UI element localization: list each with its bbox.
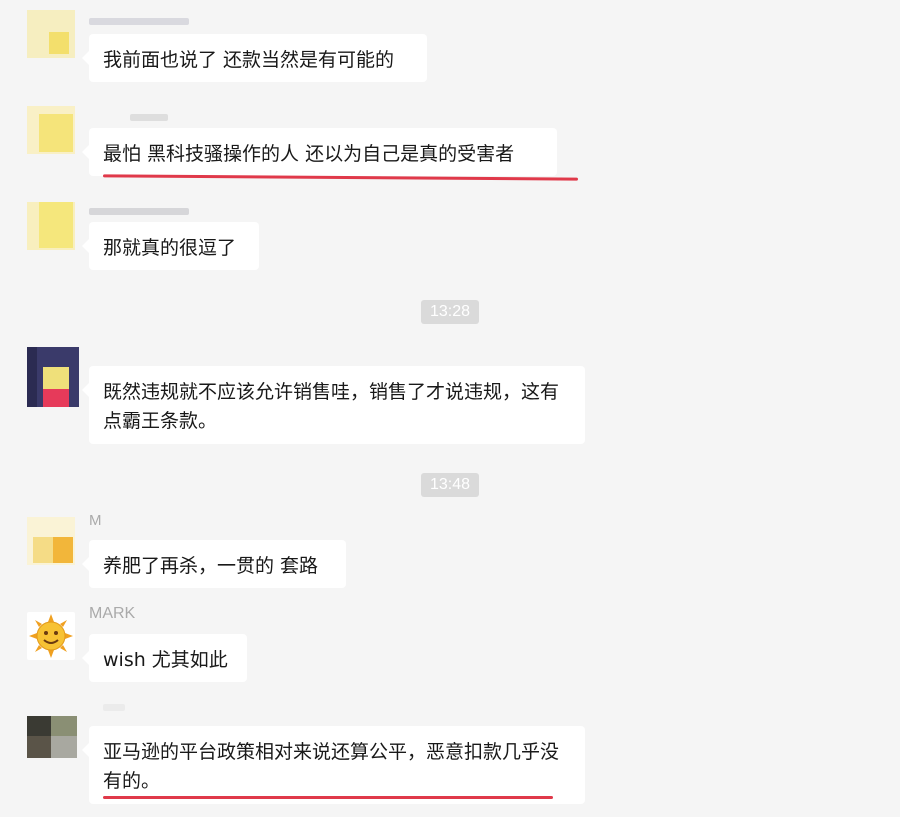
message-text: 我前面也说了 还款当然是有可能的 bbox=[103, 49, 395, 71]
avatar[interactable] bbox=[27, 347, 79, 407]
sender-name: MARK bbox=[89, 605, 136, 622]
message-text: 养肥了再杀，一贯的 套路 bbox=[103, 555, 319, 577]
message-bubble[interactable]: 我前面也说了 还款当然是有可能的 bbox=[82, 34, 427, 82]
avatar[interactable] bbox=[27, 716, 77, 758]
message-bubble[interactable]: wish 尤其如此 bbox=[82, 634, 247, 682]
message-bubble[interactable]: 最怕 黑科技骚操作的人 还以为自己是真的受害者 bbox=[82, 128, 557, 176]
avatar[interactable] bbox=[27, 10, 75, 58]
sender-name-blurred bbox=[89, 18, 189, 25]
avatar[interactable] bbox=[27, 202, 75, 250]
sender-name-blurred bbox=[89, 208, 189, 215]
message-text: 既然违规就不应该允许销售哇，销售了才说违规，这有点霸王条款。 bbox=[103, 381, 560, 432]
avatar[interactable] bbox=[27, 612, 75, 660]
sun-emoji-icon bbox=[29, 614, 73, 658]
red-underline bbox=[103, 796, 553, 799]
timestamp: 13:48 bbox=[421, 473, 480, 497]
avatar[interactable] bbox=[27, 517, 75, 565]
timestamp: 13:28 bbox=[421, 300, 480, 324]
message-text: 亚马逊的平台政策相对来说还算公平，恶意扣款几乎没有的。 bbox=[103, 741, 560, 792]
message-bubble[interactable]: 养肥了再杀，一贯的 套路 bbox=[82, 540, 346, 588]
message-bubble[interactable]: 那就真的很逗了 bbox=[82, 222, 259, 270]
message-text: 那就真的很逗了 bbox=[103, 237, 237, 259]
sender-name-blurred bbox=[130, 114, 168, 121]
message-bubble[interactable]: 亚马逊的平台政策相对来说还算公平，恶意扣款几乎没有的。 bbox=[82, 726, 585, 804]
avatar[interactable] bbox=[27, 106, 75, 154]
message-text: 最怕 黑科技骚操作的人 还以为自己是真的受害者 bbox=[103, 143, 515, 165]
message-text: wish 尤其如此 bbox=[103, 649, 228, 671]
message-bubble[interactable]: 既然违规就不应该允许销售哇，销售了才说违规，这有点霸王条款。 bbox=[82, 366, 585, 444]
sender-name-blurred bbox=[103, 704, 125, 711]
sender-name: M bbox=[89, 512, 102, 529]
